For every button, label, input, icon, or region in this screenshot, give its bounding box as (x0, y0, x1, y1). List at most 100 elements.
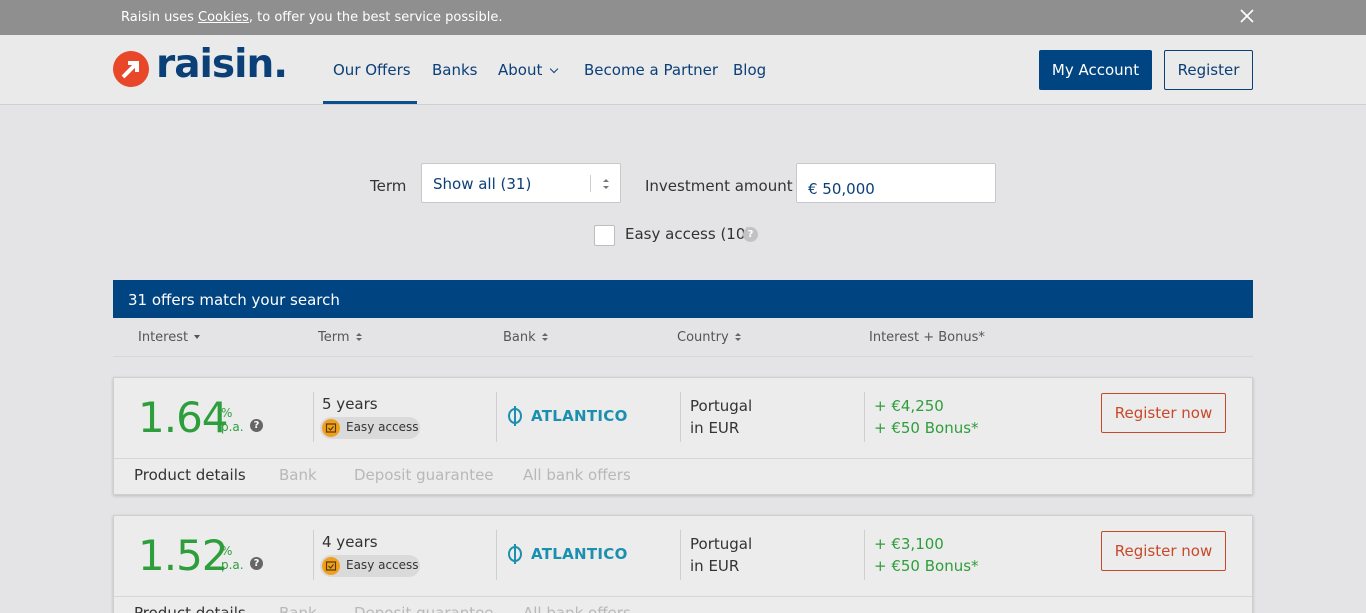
register-now-button[interactable]: Register now (1101, 531, 1226, 571)
close-icon[interactable] (1239, 8, 1255, 24)
interest-amount: + €4,250 (874, 397, 944, 415)
col-country[interactable]: Country (677, 330, 741, 345)
nav-banks[interactable]: Banks (432, 61, 478, 79)
col-interest[interactable]: Interest (138, 330, 201, 345)
currency: in EUR (690, 557, 740, 575)
offer-card: 1.52 % p.a. ? 4 years Easy access ATLANTI… (113, 515, 1253, 613)
column-divider (864, 392, 865, 442)
term-select[interactable]: Show all (31) (421, 163, 621, 203)
sort-arrows-icon (603, 179, 609, 189)
card-footer-divider (114, 458, 1252, 459)
col-term[interactable]: Term (318, 330, 362, 345)
rate-pa: p.a. (221, 420, 244, 434)
logo-text: raisin. (156, 42, 288, 87)
cookie-text: Raisin uses Cookies, to offer you the be… (121, 10, 503, 25)
col-bank-label: Bank (503, 330, 536, 345)
help-icon[interactable]: ? (250, 419, 263, 432)
site-header: raisin. Our Offers Banks About Become a … (0, 35, 1366, 105)
column-divider (680, 530, 681, 580)
col-interest-label: Interest (138, 330, 189, 345)
easy-access-badge: Easy access (320, 417, 420, 439)
logo-arrow-icon (113, 51, 149, 87)
tab-deposit-guarantee[interactable]: Deposit guarantee (354, 604, 494, 613)
sort-icon (734, 333, 741, 342)
term-label: Term (370, 177, 407, 195)
calendar-check-icon (322, 419, 340, 437)
country-name: Portugal (690, 397, 753, 415)
column-divider (680, 392, 681, 442)
rate-percent: % (221, 406, 233, 420)
rate-pa: p.a. (221, 558, 244, 572)
easy-access-label: Easy access (10) (625, 225, 752, 243)
nav-become-partner[interactable]: Become a Partner (584, 61, 718, 79)
register-button[interactable]: Register (1164, 50, 1253, 90)
offer-term: 5 years (322, 395, 378, 413)
tab-all-bank-offers[interactable]: All bank offers (523, 466, 631, 484)
select-divider (590, 175, 591, 192)
sort-desc-icon (194, 335, 201, 339)
tab-bank[interactable]: Bank (279, 466, 317, 484)
bank-name: ATLANTICO (531, 407, 628, 425)
col-country-label: Country (677, 330, 729, 345)
help-icon[interactable]: ? (743, 227, 758, 242)
col-interest-bonus: Interest + Bonus* (869, 330, 985, 345)
column-divider (313, 530, 314, 580)
atlantico-logo-icon (508, 406, 522, 426)
tab-product-details[interactable]: Product details (134, 604, 246, 613)
cookie-text-after: , to offer you the best service possible… (248, 10, 503, 25)
offer-card: 1.64 % p.a. ? 5 years Easy access ATLANTI… (113, 377, 1253, 495)
country-name: Portugal (690, 535, 753, 553)
nav-our-offers[interactable]: Our Offers (333, 61, 411, 79)
tab-all-bank-offers[interactable]: All bank offers (523, 604, 631, 613)
bonus-amount: + €50 Bonus* (874, 557, 979, 575)
results-count-bar: 31 offers match your search (113, 280, 1253, 318)
term-select-value: Show all (31) (433, 175, 532, 193)
badge-label: Easy access (346, 420, 419, 434)
my-account-button[interactable]: My Account (1039, 50, 1152, 90)
tab-product-details[interactable]: Product details (134, 466, 246, 484)
nav-about[interactable]: About (498, 61, 559, 79)
col-bank[interactable]: Bank (503, 330, 548, 345)
currency: in EUR (690, 419, 740, 437)
cookies-link[interactable]: Cookies (198, 10, 249, 25)
bonus-amount: + €50 Bonus* (874, 419, 979, 437)
sort-icon (541, 333, 548, 342)
tab-bank[interactable]: Bank (279, 604, 317, 613)
chevron-down-icon (550, 64, 559, 74)
nav-blog[interactable]: Blog (733, 61, 766, 79)
sort-icon (355, 333, 362, 342)
investment-amount-label: Investment amount (645, 177, 793, 195)
bank-logo[interactable]: ATLANTICO (507, 404, 627, 428)
column-divider (864, 530, 865, 580)
tab-deposit-guarantee[interactable]: Deposit guarantee (354, 466, 494, 484)
column-divider (496, 392, 497, 442)
rate-unit: % p.a. (221, 544, 244, 572)
interest-rate: 1.64 (138, 393, 229, 442)
column-divider (496, 530, 497, 580)
offer-returns: + €3,100 + €50 Bonus* (874, 533, 979, 577)
nav-active-indicator (323, 101, 417, 104)
interest-rate: 1.52 (138, 531, 229, 580)
rate-unit: % p.a. (221, 406, 244, 434)
cookie-text-before: Raisin uses (121, 10, 198, 25)
bank-name: ATLANTICO (531, 545, 628, 563)
raisin-logo[interactable]: raisin. (112, 42, 297, 88)
offer-returns: + €4,250 + €50 Bonus* (874, 395, 979, 439)
rate-percent: % (221, 544, 233, 558)
column-divider (313, 392, 314, 442)
help-icon[interactable]: ? (250, 557, 263, 570)
badge-label: Easy access (346, 558, 419, 572)
bank-logo[interactable]: ATLANTICO (507, 542, 627, 566)
cookie-banner: Raisin uses Cookies, to offer you the be… (0, 0, 1366, 35)
atlantico-logo-icon (508, 544, 522, 564)
calendar-check-icon (322, 557, 340, 575)
easy-access-checkbox[interactable] (594, 225, 615, 246)
investment-amount-input[interactable] (796, 163, 996, 203)
offer-term: 4 years (322, 533, 378, 551)
easy-access-badge: Easy access (320, 555, 420, 577)
register-now-button[interactable]: Register now (1101, 393, 1226, 433)
nav-about-label: About (498, 61, 543, 79)
col-term-label: Term (318, 330, 350, 345)
results-count: 31 offers match your search (128, 291, 340, 309)
offer-country: Portugal in EUR (690, 533, 752, 577)
